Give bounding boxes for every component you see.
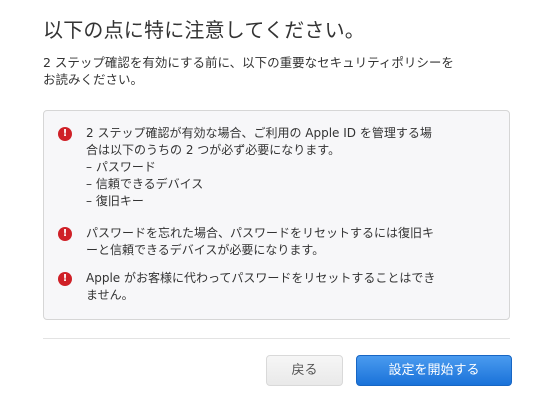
policy-line: Apple がお客様に代わってパスワードをリセットすることはでき — [86, 271, 436, 285]
policy-item-text: 2 ステップ確認が有効な場合、ご利用の Apple ID を管理する場 合は以下… — [86, 125, 491, 210]
exclamation-circle-icon: ! — [58, 272, 72, 286]
page-title: 以下の点に特に注意してください。 — [43, 18, 365, 42]
requirement-list: – パスワード – 信頼できるデバイス – 復旧キー — [86, 159, 491, 210]
policy-line: パスワードを忘れた場合、パスワードをリセットするには復旧キ — [86, 226, 435, 240]
intro-line: 2 ステップ確認を有効にする前に、以下の重要なセキュリティポリシーを — [43, 55, 454, 70]
footer-divider — [43, 338, 510, 339]
security-policy-box: ! 2 ステップ確認が有効な場合、ご利用の Apple ID を管理する場 合は… — [43, 110, 510, 320]
policy-line: 2 ステップ確認が有効な場合、ご利用の Apple ID を管理する場 — [86, 126, 432, 140]
policy-line: ません。 — [86, 288, 134, 302]
policy-line: ーと信頼できるデバイスが必要になります。 — [86, 243, 325, 257]
start-setup-button[interactable]: 設定を開始する — [356, 355, 512, 386]
exclamation-circle-icon: ! — [58, 127, 72, 141]
exclamation-circle-icon: ! — [58, 227, 72, 241]
policy-item-text: Apple がお客様に代わってパスワードをリセットすることはでき ません。 — [86, 270, 491, 304]
policy-item-text: パスワードを忘れた場合、パスワードをリセットするには復旧キ ーと信頼できるデバイ… — [86, 225, 491, 259]
intro-text: 2 ステップ確認を有効にする前に、以下の重要なセキュリティポリシーを お読みくだ… — [43, 54, 513, 88]
intro-line: お読みください。 — [43, 72, 144, 87]
requirement-password: – パスワード — [86, 160, 156, 174]
policy-line: 合は以下のうちの 2 つが必ず必要になります。 — [86, 143, 341, 157]
requirement-trusted-device: – 信頼できるデバイス — [86, 177, 204, 191]
back-button[interactable]: 戻る — [266, 355, 343, 386]
requirement-recovery-key: – 復旧キー — [86, 194, 144, 208]
